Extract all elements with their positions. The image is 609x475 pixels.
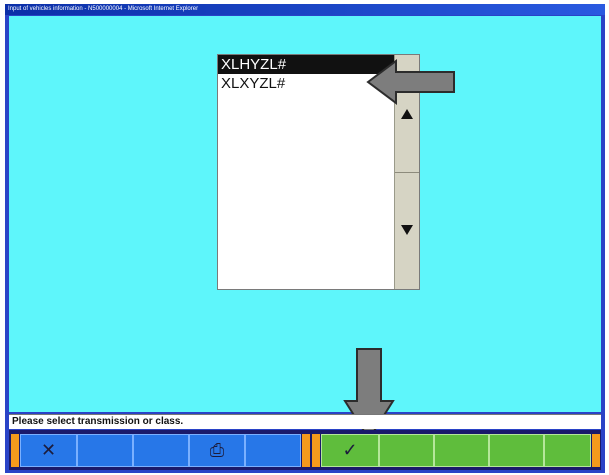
toolbar-button-7[interactable] xyxy=(379,434,434,467)
scroll-down-button[interactable] xyxy=(395,173,419,290)
toolbar-accent-mid-right xyxy=(312,434,320,467)
cross-icon: ✕ xyxy=(40,440,57,460)
function-toolbar: ✕ ⎙ ✓ xyxy=(9,430,601,470)
cancel-button[interactable]: ✕ xyxy=(20,434,77,467)
toolbar-button-3[interactable] xyxy=(133,434,189,467)
content-area: XLHYZL# XLXYZL# xyxy=(9,16,601,441)
toolbar-button-2[interactable] xyxy=(77,434,133,467)
toolbar-accent-left xyxy=(11,434,19,467)
confirm-button[interactable]: ✓ xyxy=(321,434,379,467)
status-bar: Please select transmission or class. xyxy=(9,414,601,429)
toolbar-button-9[interactable] xyxy=(489,434,544,467)
arrow-down-icon xyxy=(401,225,413,235)
window-title: Input of vehicles information - N5000000… xyxy=(5,4,605,15)
toolbar-button-8[interactable] xyxy=(434,434,489,467)
toolbar-accent-right xyxy=(592,434,600,467)
toolbar-button-5[interactable] xyxy=(245,434,301,467)
checkmark-icon: ✓ xyxy=(342,440,358,460)
toolbar-accent-mid-left xyxy=(302,434,310,467)
arrow-up-icon xyxy=(401,109,413,119)
browser-window: Input of vehicles information - N5000000… xyxy=(5,4,605,473)
pointer-arrow-left-icon xyxy=(366,59,455,105)
printer-icon: ⎙ xyxy=(209,440,225,460)
print-button[interactable]: ⎙ xyxy=(189,434,245,467)
toolbar-button-10[interactable] xyxy=(544,434,591,467)
